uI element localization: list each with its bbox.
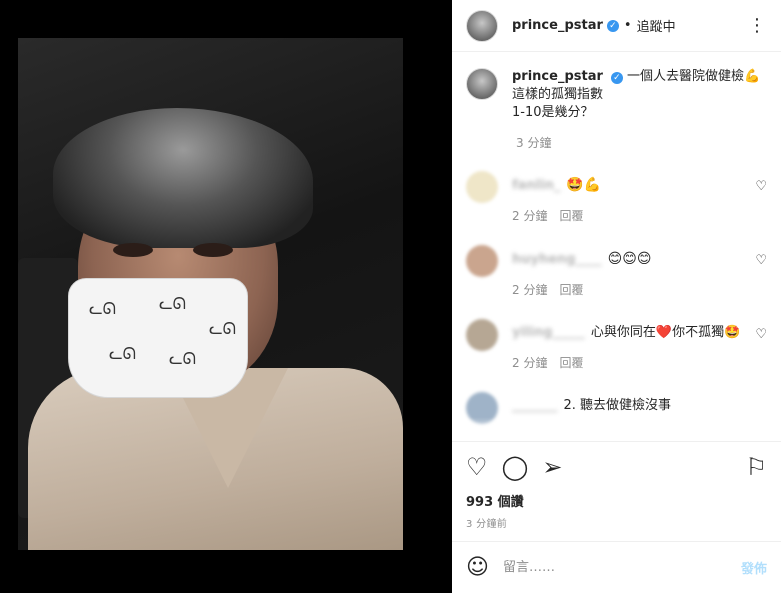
verified-icon: ✓ [606,19,619,32]
reply-button[interactable]: 回覆 [559,283,583,297]
reply-button[interactable]: 回覆 [559,209,583,223]
bookmark-icon[interactable]: ⚐ [745,455,767,479]
caption-time: 3 分鐘 [516,136,552,150]
comment-icon[interactable]: ◯ [502,455,529,479]
following-button[interactable]: 追蹤中 [637,16,676,35]
comment-username[interactable]: huyheng____ [512,252,602,267]
caption-line: 這樣的孤獨指數 [512,87,604,102]
username-link[interactable]: prince_pstar [512,18,603,33]
comment-like-icon[interactable]: ♡ [755,179,767,194]
heart-icon[interactable]: ♡ [466,455,488,479]
caption-avatar[interactable] [466,68,498,100]
post-sidebar: prince_pstar ✓ • 追蹤中 ⋮ prince_pstar ✓ 一個人… [452,0,781,593]
avatar[interactable] [466,9,498,42]
comment-composer: ☺ 發佈 [452,541,781,593]
post-header: prince_pstar ✓ • 追蹤中 ⋮ [452,0,781,52]
instagram-post: ᓚᘏ ᓚᘏ ᓚᘏ ᓚᘏ ᓚᘏ prince_pstar ✓ • 追蹤中 ⋮ pr… [0,0,781,593]
post-button[interactable]: 發佈 [741,558,767,577]
reply-button[interactable]: 回覆 [559,356,583,370]
comments-section[interactable]: prince_pstar ✓ 一個人去醫院做健檢💪 這樣的孤獨指數 1-10是幾分… [452,52,781,441]
comment-item: fanlin_ 🤩💪 2 分鐘 回覆 ♡ [466,171,767,225]
comment-username[interactable]: yiling_____ [512,325,585,340]
face-mask: ᓚᘏ ᓚᘏ ᓚᘏ ᓚᘏ ᓚᘏ [68,278,248,398]
scroll-fade [452,417,781,441]
post-media: ᓚᘏ ᓚᘏ ᓚᘏ ᓚᘏ ᓚᘏ [0,0,452,593]
post-photo[interactable]: ᓚᘏ ᓚᘏ ᓚᘏ ᓚᘏ ᓚᘏ [18,38,403,550]
comment-time: 2 分鐘 [512,356,548,370]
post-caption: prince_pstar ✓ 一個人去醫院做健檢💪 這樣的孤獨指數 1-10是幾分… [466,68,767,122]
comment-item: yiling_____ 心與你同在❤️你不孤獨🤩 2 分鐘 回覆 ♡ [466,319,767,372]
comment-time: 2 分鐘 [512,283,548,297]
comment-text: 2. 聽去做健檢沒事 [563,398,672,413]
posted-time[interactable]: 3 分鐘前 [452,511,781,541]
comment-like-icon[interactable]: ♡ [755,327,767,342]
comment-text: 心與你同在❤️你不孤獨🤩 [590,325,741,340]
comment-avatar[interactable] [466,245,498,277]
comment-avatar[interactable] [466,319,498,351]
comment-like-icon[interactable]: ♡ [755,253,767,268]
action-bar: ♡ ◯ ➢ ⚐ [452,441,781,491]
comment-avatar[interactable] [466,171,498,203]
more-horiz-icon[interactable]: ⋮ [748,15,767,36]
comment-text: 😊😊😊 [607,251,652,267]
left-eye [113,243,153,257]
verified-icon: ✓ [610,72,623,84]
comment-text: 🤩💪 [566,177,602,193]
comment-time: 2 分鐘 [512,209,548,223]
caption-line: 1-10是幾分？ [512,105,594,120]
smile-icon[interactable]: ☺ [466,555,489,580]
share-icon[interactable]: ➢ [542,455,562,479]
comment-input[interactable] [502,560,741,575]
comment-username[interactable]: fanlin_ [512,178,560,193]
right-eye [193,243,233,257]
comment-username[interactable]: _______ [512,398,558,413]
hair [53,108,313,248]
likes-count[interactable]: 993 個讚 [452,491,781,511]
caption-username[interactable]: prince_pstar [512,69,603,84]
caption-line: 一個人去醫院做健檢💪 [627,69,761,84]
separator-dot: • [623,18,632,33]
caption-text: prince_pstar ✓ 一個人去醫院做健檢💪 這樣的孤獨指數 1-10是幾分… [512,68,760,122]
comment-item: huyheng____ 😊😊😊 2 分鐘 回覆 ♡ [466,245,767,299]
